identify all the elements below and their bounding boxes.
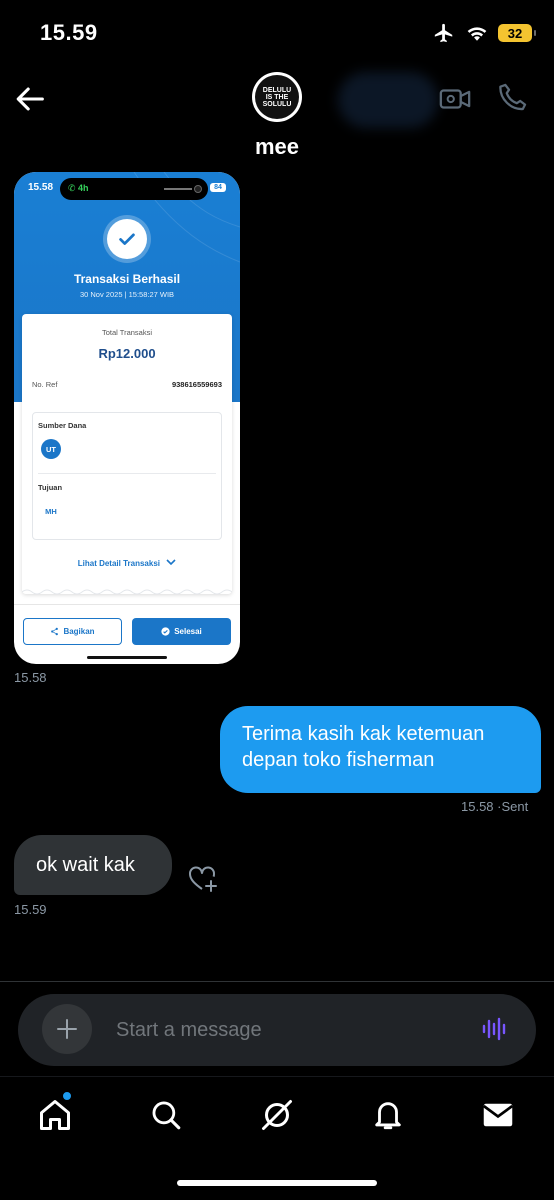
receipt-date: 30 Nov 2025 | 15:58:27 WIB [79,290,175,299]
share-label: Bagikan [63,627,95,636]
dest-badge: MH [41,501,61,521]
avatar-text: DELULU IS THE SOLULU [255,75,299,119]
ref-label: No. Ref [32,380,58,389]
share-icon [51,627,59,636]
detail-divider [38,473,216,474]
airplane-icon [434,23,453,43]
share-button: Bagikan [23,618,122,645]
dynamic-island-line [164,188,192,190]
back-button[interactable] [14,82,48,116]
voice-message-button[interactable] [480,1014,510,1044]
detail-link-text: Lihat Detail Transaksi [77,559,161,568]
chat-name[interactable]: mee [0,134,554,160]
blurred-region [338,72,438,128]
plus-icon [57,1019,77,1039]
search-icon [152,1101,181,1130]
voice-wave-icon [482,1017,506,1041]
message-composer [18,994,536,1066]
tab-grok[interactable] [257,1095,297,1135]
done-button: Selesai [132,618,231,645]
detail-link: Lihat Detail Transaksi [22,558,232,568]
tab-home[interactable] [35,1095,75,1135]
sent-status: Sent [501,799,529,814]
receipt-zigzag-edge [22,589,232,595]
status-bar: 15.59 32 [0,0,554,66]
sent-separator: · [493,799,502,814]
receipt-home-indicator [87,656,167,659]
incoming-message-bubble[interactable]: ok wait kak [14,835,172,895]
receipt-detail-box: Sumber Dana UT Tujuan MH [32,412,222,540]
home-indicator [177,1180,377,1186]
status-time: 15.59 [40,20,98,45]
camera-dot [194,185,202,193]
wifi-icon [467,27,487,41]
message-timestamp: 15.58 [14,670,47,685]
battery-icon: 32 [498,24,536,42]
receipt-card: Total Transaksi Rp12.000 No. Ref 9386165… [22,314,232,594]
check-circle-icon [161,627,170,636]
home-icon [40,1100,70,1130]
chevron-down-icon [166,559,176,566]
avatar[interactable]: DELULU IS THE SOLULU [252,72,302,122]
message-input[interactable] [116,1016,456,1044]
ref-value: 938616559693 [171,380,222,389]
heart-plus-icon [189,866,217,892]
add-attachment-button[interactable] [42,1004,92,1054]
receipt-battery: 84 [210,183,226,192]
home-notification-dot [62,1091,72,1101]
done-label: Selesai [174,627,202,636]
call-badge: ✆ 4h [68,183,89,194]
message-timestamp-sent: 15.58 ·Sent [461,799,528,814]
composer-divider [0,981,554,982]
receipt-title: Transaksi Berhasil [73,272,181,286]
messages-icon [482,1103,514,1127]
tab-search[interactable] [146,1095,186,1135]
success-check-icon [107,219,147,259]
receipt-footer-divider [14,604,240,605]
grok-icon [262,1100,292,1130]
video-call-icon [439,89,471,109]
notifications-icon [375,1102,401,1130]
react-button[interactable] [187,863,219,893]
image-message[interactable]: 15.58 ✆ 4h 84 Transaksi Berhasil 30 Nov … [14,172,240,664]
video-call-button[interactable] [438,82,472,116]
total-amount: Rp12.000 [98,346,156,361]
phone-mini-icon: ✆ [68,183,79,193]
back-arrow-icon [16,87,44,111]
source-label: Sumber Dana [38,421,87,430]
phone-call-icon [499,83,527,111]
call-badge-text: 4h [78,183,89,193]
dynamic-island: ✆ 4h [60,178,208,200]
message-timestamp: 15.59 [14,902,47,917]
chat-header: DELULU IS THE SOLULU mee [0,66,554,172]
phone-call-button[interactable] [496,80,530,114]
total-label: Total Transaksi [101,328,153,337]
tab-notifications[interactable] [368,1095,408,1135]
tab-messages[interactable] [478,1095,518,1135]
source-badge: UT [41,439,61,459]
status-icons: 32 [432,20,536,46]
dest-label: Tujuan [38,483,63,492]
receipt-status-time: 15.58 [28,182,54,193]
sent-time: 15.58 [461,799,494,814]
outgoing-message-bubble[interactable]: Terima kasih kak ketemuan depan toko fis… [220,706,541,793]
